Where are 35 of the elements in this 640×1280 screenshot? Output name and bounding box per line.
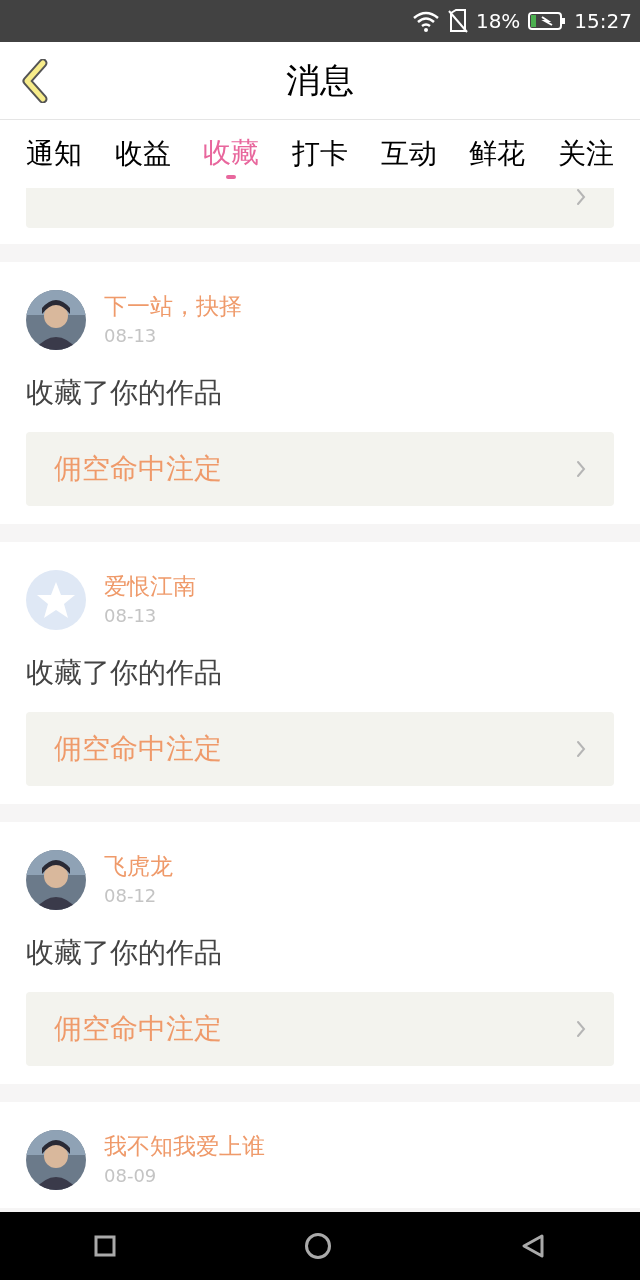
tab[interactable]: 通知 <box>26 120 82 188</box>
user-name[interactable]: 爱恨江南 <box>104 570 196 602</box>
user-name[interactable]: 下一站，抉择 <box>104 290 242 322</box>
battery-percent: 18% <box>475 8 521 35</box>
work-link[interactable]: 佣空命中注定 <box>26 992 614 1066</box>
recent-apps-icon[interactable] <box>94 1235 116 1257</box>
date: 08-13 <box>104 324 158 348</box>
tab[interactable]: 关注 <box>557 120 614 188</box>
clock: 15:27 <box>574 8 632 35</box>
tab[interactable]: 鲜花 <box>469 120 526 188</box>
page-title: 消息 <box>286 59 354 102</box>
message-text: 收藏了你的作品 <box>26 935 223 971</box>
date: 08-13 <box>104 604 158 628</box>
battery-charging-icon <box>528 11 567 31</box>
work-link[interactable]: 佣空命中注定 <box>26 432 614 506</box>
user-name[interactable]: 飞虎龙 <box>104 850 173 882</box>
chevron-right-icon <box>576 740 586 758</box>
back-icon[interactable] <box>520 1233 546 1259</box>
chevron-right-icon <box>576 460 586 478</box>
message-text: 收藏了你的作品 <box>26 375 223 411</box>
tab[interactable]: 收藏 <box>203 120 260 188</box>
default-avatar-icon <box>26 570 86 630</box>
message-text: 收藏了你的作品 <box>26 655 223 691</box>
date: 08-12 <box>104 884 158 908</box>
home-icon[interactable] <box>304 1232 332 1260</box>
date: 08-09 <box>104 1164 158 1188</box>
work-link[interactable]: 佣空命中注定 <box>26 712 614 786</box>
chevron-right-icon <box>576 188 586 206</box>
tab[interactable]: 打卡 <box>291 120 348 188</box>
tab[interactable]: 互动 <box>380 120 437 188</box>
chevron-right-icon <box>576 1020 586 1038</box>
user-name[interactable]: 我不知我爱上谁 <box>104 1130 265 1162</box>
wifi-icon <box>411 10 440 32</box>
no-sim-icon <box>447 9 468 33</box>
tab[interactable]: 收益 <box>114 120 171 188</box>
